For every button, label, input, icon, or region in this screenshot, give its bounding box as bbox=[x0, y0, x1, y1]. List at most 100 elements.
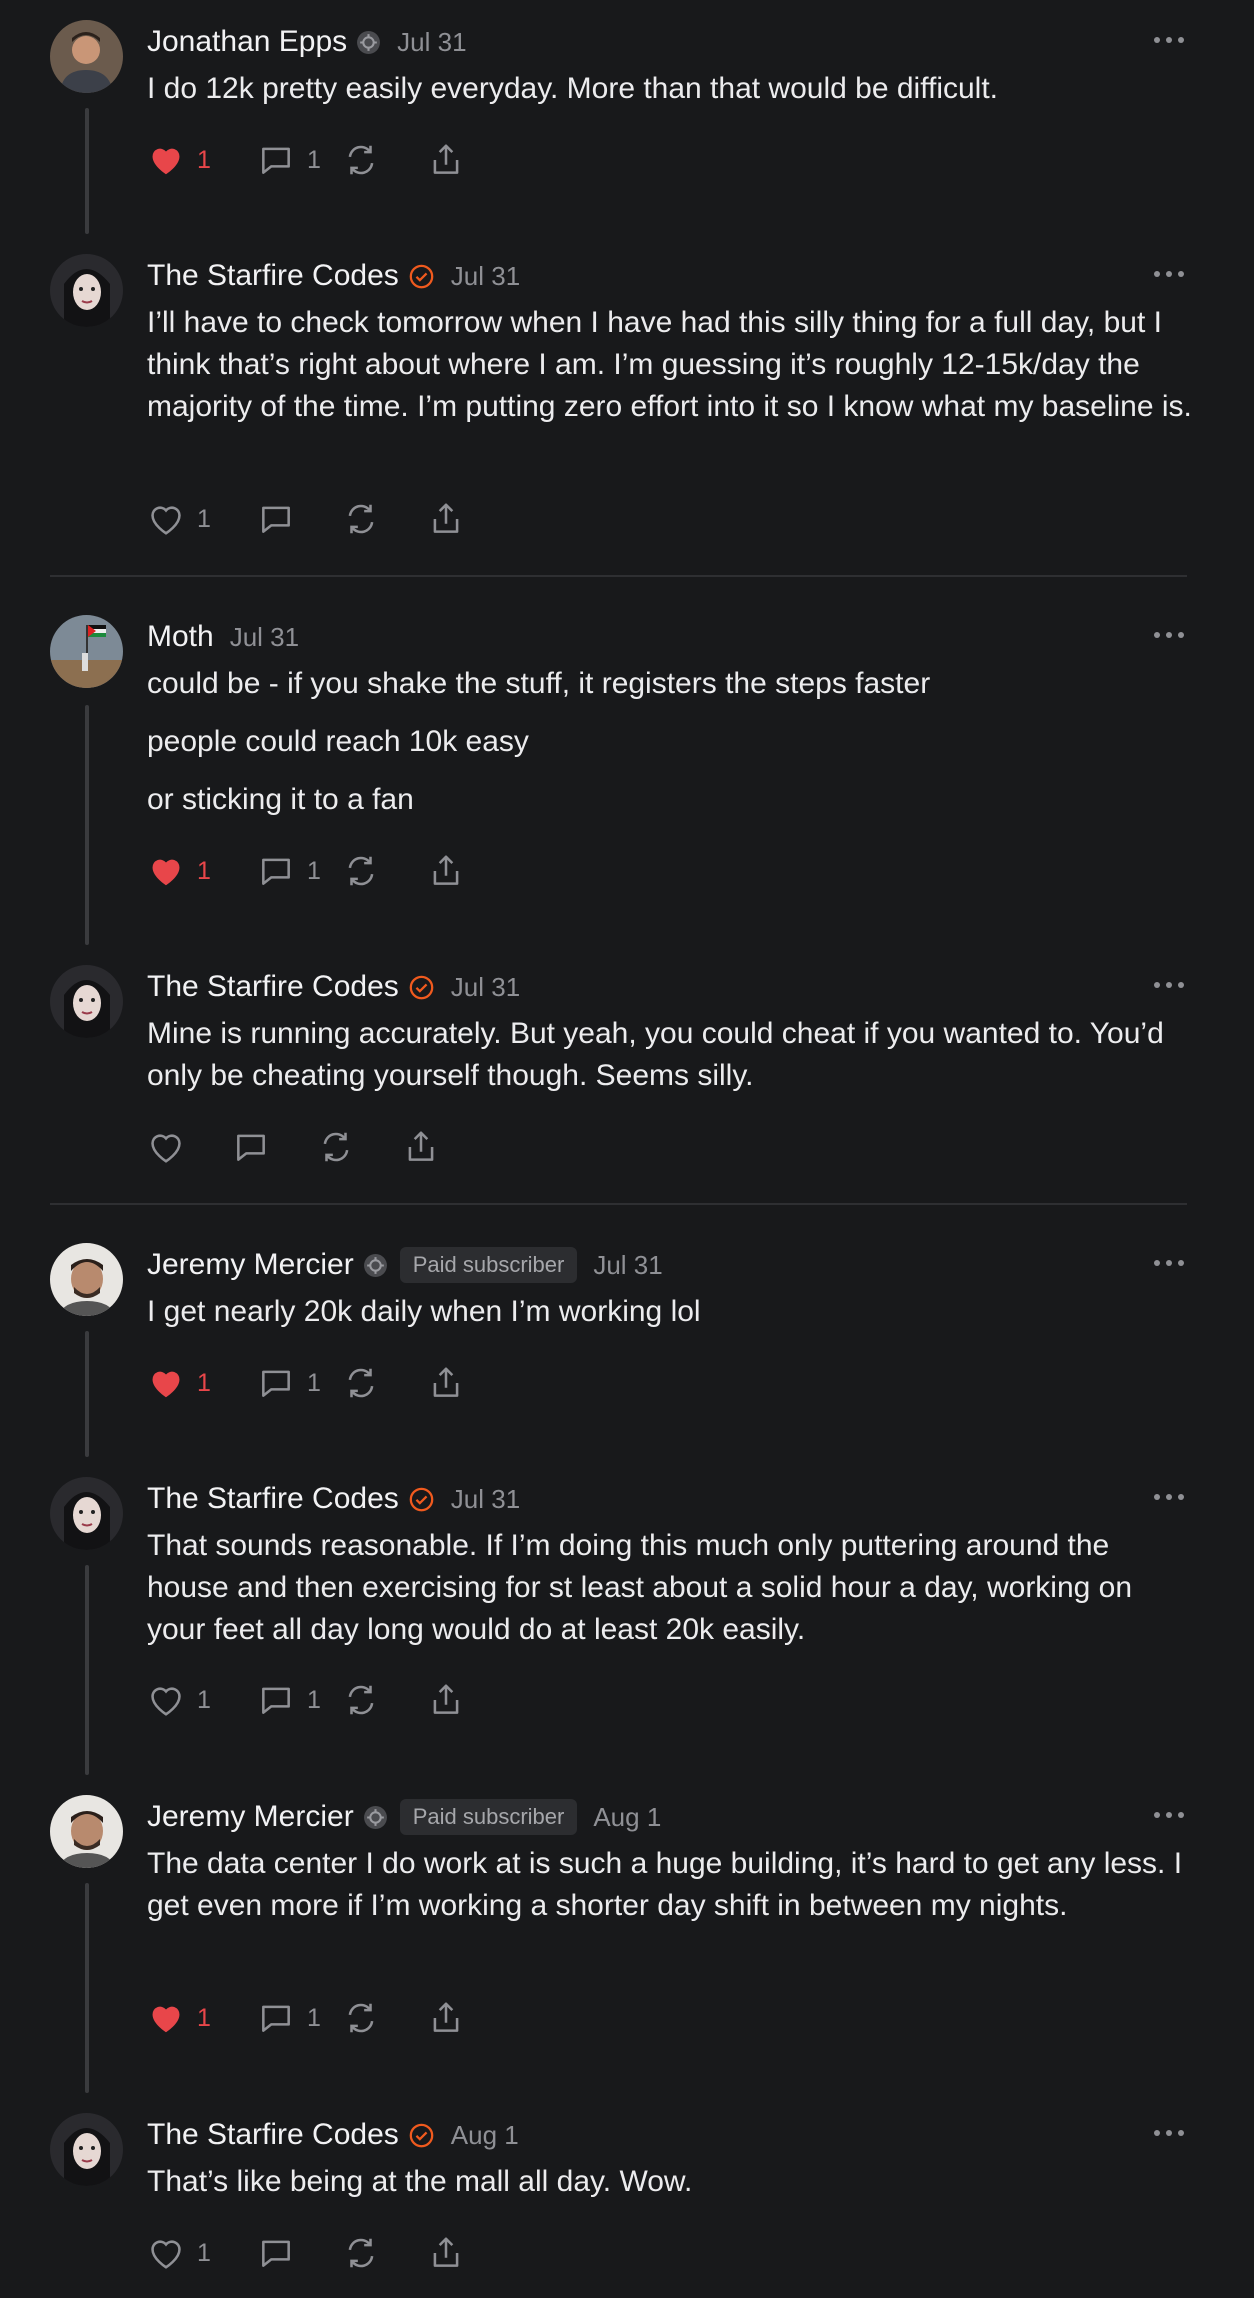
author-name[interactable]: The Starfire Codes bbox=[147, 2118, 399, 2152]
author-name[interactable]: Jeremy Mercier bbox=[147, 1248, 354, 1282]
share-icon bbox=[433, 855, 459, 885]
member-icon bbox=[363, 1253, 387, 1277]
heart-filled-icon bbox=[152, 1371, 180, 1398]
more-options-icon[interactable] bbox=[1154, 625, 1184, 645]
reply-button[interactable] bbox=[257, 499, 342, 539]
author-name[interactable]: The Starfire Codes bbox=[147, 1482, 399, 1516]
share-button[interactable] bbox=[427, 1998, 465, 2038]
like-button[interactable]: 1 bbox=[147, 1363, 257, 1403]
comment-date[interactable]: Jul 31 bbox=[451, 972, 520, 1003]
comment-date[interactable]: Jul 31 bbox=[451, 261, 520, 292]
comment-actions: 1 bbox=[147, 2233, 465, 2273]
comment-body: That sounds reasonable. If I’m doing thi… bbox=[147, 1525, 1192, 1651]
share-icon bbox=[408, 1131, 434, 1161]
more-options-icon[interactable] bbox=[1154, 264, 1184, 284]
author-name[interactable]: Jeremy Mercier bbox=[147, 1800, 354, 1834]
restack-button[interactable] bbox=[342, 1680, 427, 1720]
member-icon bbox=[363, 1805, 387, 1829]
author-name[interactable]: Jonathan Epps bbox=[147, 25, 347, 59]
share-button[interactable] bbox=[427, 140, 465, 180]
comment-header: The Starfire Codes Aug 1 bbox=[147, 2115, 519, 2155]
more-options-icon[interactable] bbox=[1154, 975, 1184, 995]
avatar[interactable] bbox=[50, 1243, 123, 1316]
paid-subscriber-badge: Paid subscriber bbox=[399, 1799, 578, 1835]
like-button[interactable]: 1 bbox=[147, 499, 257, 539]
avatar[interactable] bbox=[50, 615, 123, 688]
comment-date[interactable]: Aug 1 bbox=[593, 1802, 661, 1833]
like-button[interactable]: 1 bbox=[147, 851, 257, 891]
share-button[interactable] bbox=[427, 1680, 465, 1720]
share-icon bbox=[433, 2002, 459, 2032]
more-options-icon[interactable] bbox=[1154, 1487, 1184, 1507]
reply-button[interactable]: 1 bbox=[257, 1363, 342, 1403]
share-button[interactable] bbox=[427, 499, 465, 539]
restack-button[interactable] bbox=[342, 2233, 427, 2273]
reply-button[interactable]: 1 bbox=[257, 1680, 342, 1720]
restack-button[interactable] bbox=[342, 1998, 427, 2038]
share-icon bbox=[433, 2237, 459, 2267]
comment-body: could be - if you shake the stuff, it re… bbox=[147, 663, 1192, 821]
reply-button[interactable]: 1 bbox=[257, 140, 342, 180]
verified-icon bbox=[409, 975, 434, 999]
more-options-icon[interactable] bbox=[1154, 1253, 1184, 1273]
share-button[interactable] bbox=[427, 1363, 465, 1403]
author-name[interactable]: Moth bbox=[147, 620, 214, 654]
thread-divider bbox=[50, 1203, 1187, 1205]
comment-body: Mine is running accurately. But yeah, yo… bbox=[147, 1013, 1192, 1097]
comment-date[interactable]: Jul 31 bbox=[230, 622, 299, 653]
more-options-icon[interactable] bbox=[1154, 30, 1184, 50]
comment-icon bbox=[262, 506, 290, 533]
share-icon bbox=[433, 1367, 459, 1397]
comment-actions: 1 1 bbox=[147, 1998, 465, 2038]
like-count: 1 bbox=[197, 2238, 211, 2267]
like-button[interactable]: 1 bbox=[147, 2233, 257, 2273]
like-count: 1 bbox=[197, 856, 211, 885]
like-button[interactable] bbox=[147, 1127, 232, 1167]
reply-button[interactable]: 1 bbox=[257, 1998, 342, 2038]
more-options-icon[interactable] bbox=[1154, 1805, 1184, 1825]
restack-button[interactable] bbox=[342, 1363, 427, 1403]
avatar[interactable] bbox=[50, 20, 123, 93]
restack-icon bbox=[348, 2003, 374, 2033]
comment-text: I get nearly 20k daily when I’m working … bbox=[147, 1295, 701, 1328]
comment-date[interactable]: Jul 31 bbox=[593, 1250, 662, 1281]
avatar[interactable] bbox=[50, 1795, 123, 1868]
reply-count: 1 bbox=[307, 1368, 321, 1397]
comment-date[interactable]: Jul 31 bbox=[397, 27, 466, 58]
avatar[interactable] bbox=[50, 965, 123, 1038]
like-button[interactable]: 1 bbox=[147, 1998, 257, 2038]
comment-text: Mine is running accurately. But yeah, yo… bbox=[147, 1017, 1164, 1092]
comment-date[interactable]: Aug 1 bbox=[451, 2120, 519, 2151]
comment-date[interactable]: Jul 31 bbox=[451, 1484, 520, 1515]
share-button[interactable] bbox=[427, 2233, 465, 2273]
restack-button[interactable] bbox=[342, 140, 427, 180]
restack-icon bbox=[348, 856, 374, 886]
like-button[interactable]: 1 bbox=[147, 1680, 257, 1720]
comment-header: The Starfire Codes Jul 31 bbox=[147, 967, 520, 1007]
comment-text: people could reach 10k easy bbox=[147, 725, 529, 758]
more-options-icon[interactable] bbox=[1154, 2123, 1184, 2143]
comment-icon bbox=[262, 1370, 290, 1397]
avatar[interactable] bbox=[50, 254, 123, 327]
heart-icon bbox=[151, 1134, 181, 1163]
reply-button[interactable] bbox=[257, 2233, 342, 2273]
restack-icon bbox=[348, 504, 374, 534]
reply-button[interactable]: 1 bbox=[257, 851, 342, 891]
share-button[interactable] bbox=[402, 1127, 440, 1167]
restack-button[interactable] bbox=[317, 1127, 402, 1167]
author-name[interactable]: The Starfire Codes bbox=[147, 259, 399, 293]
restack-button[interactable] bbox=[342, 499, 427, 539]
restack-button[interactable] bbox=[342, 851, 427, 891]
restack-icon bbox=[348, 145, 374, 175]
comment-text: That’s like being at the mall all day. W… bbox=[147, 2165, 693, 2198]
thread-line bbox=[85, 1565, 89, 1775]
comment-actions: 1 1 bbox=[147, 1680, 465, 1720]
author-name[interactable]: The Starfire Codes bbox=[147, 970, 399, 1004]
share-button[interactable] bbox=[427, 851, 465, 891]
comment-header: The Starfire Codes Jul 31 bbox=[147, 256, 520, 296]
avatar[interactable] bbox=[50, 1477, 123, 1550]
verified-icon bbox=[409, 2123, 434, 2147]
reply-button[interactable] bbox=[232, 1127, 317, 1167]
avatar[interactable] bbox=[50, 2113, 123, 2186]
like-button[interactable]: 1 bbox=[147, 140, 257, 180]
